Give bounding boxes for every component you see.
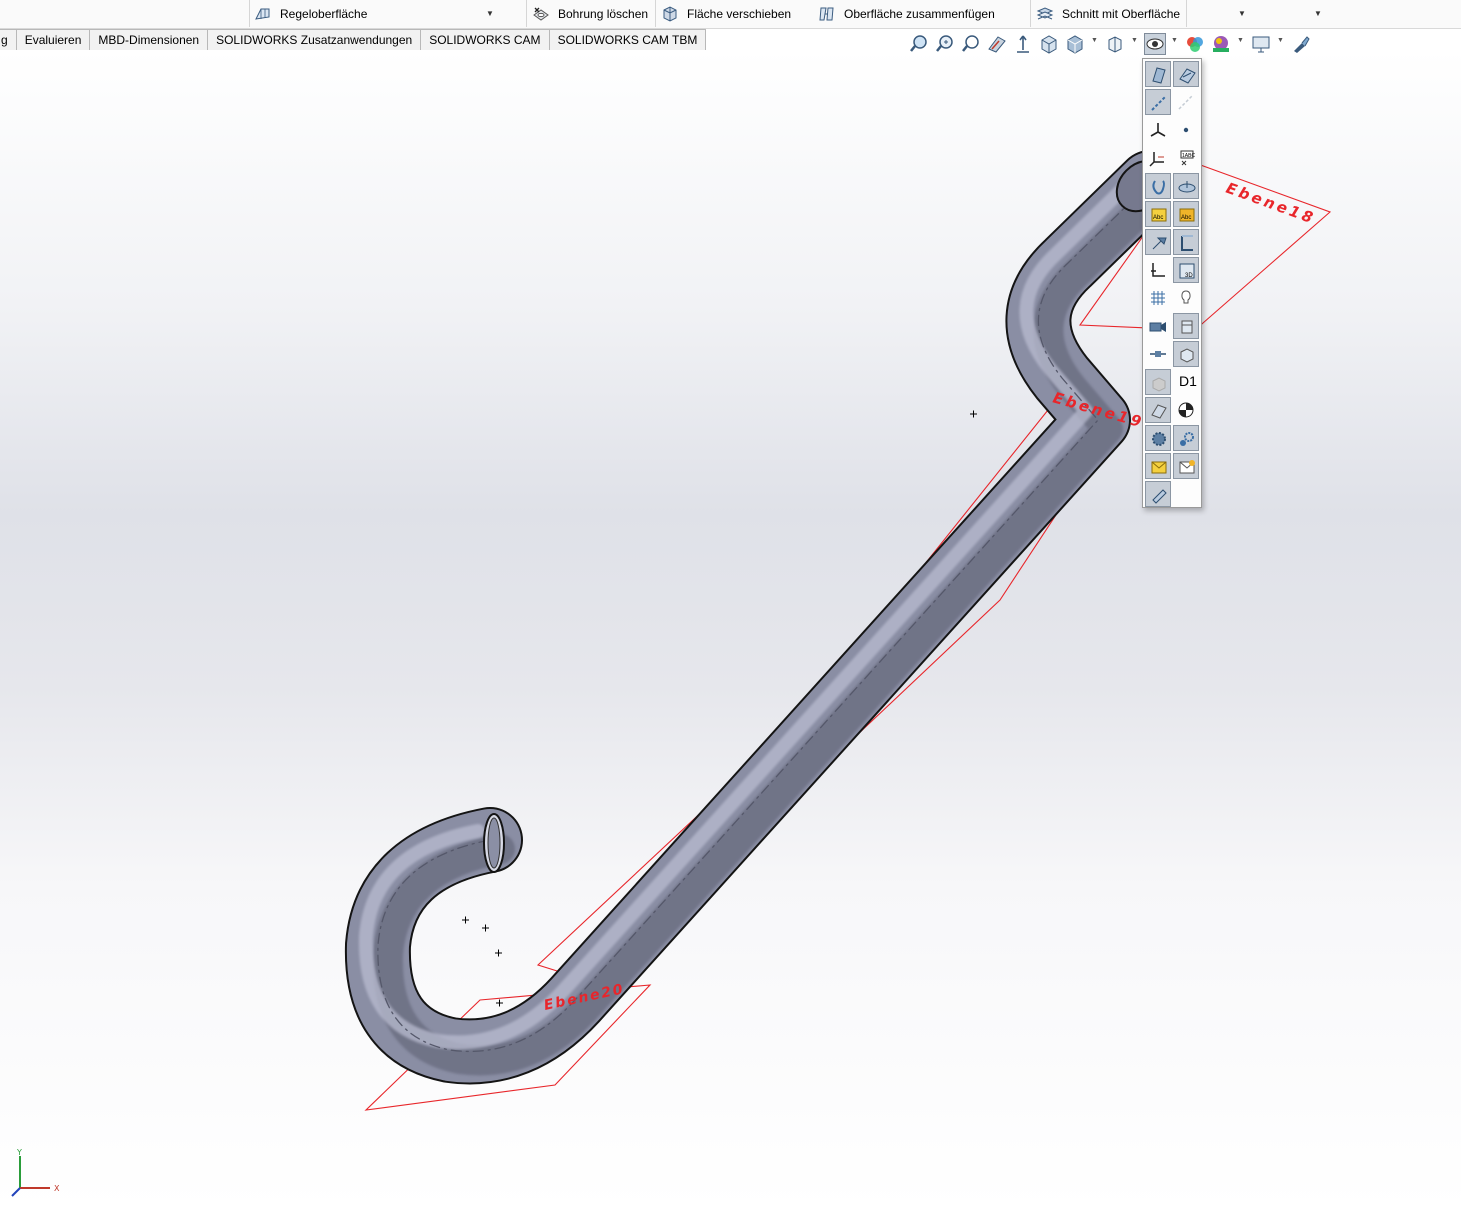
pipe-highlight [358,167,1145,1050]
view-sketch-dimensions-button[interactable]: Abc [1145,201,1171,227]
pipe-surface [346,152,1181,1083]
pipe-end-opening [483,813,505,873]
view-weld-beads-button[interactable] [1145,257,1171,283]
hide-show-items-icon[interactable] [1104,33,1126,55]
display-style-icon[interactable] [1064,33,1086,55]
sketch-point [482,924,489,932]
svg-text:3D: 3D [1185,273,1193,279]
move-face-button[interactable]: Fläche verschieben [661,0,791,27]
toolbar-separator [655,0,656,27]
cut-with-surface-icon [1036,5,1054,23]
move-face-label: Fläche verschieben [687,6,792,21]
plane-label-ebene18: Ebene18 [1224,179,1318,228]
view-grid-button[interactable] [1145,285,1171,311]
toolbar-dropdown-arrow[interactable]: ▼ [1314,0,1322,27]
view-routing-points-button[interactable] [1173,229,1199,255]
svg-text:Abc: Abc [1153,215,1163,221]
svg-text:Abc: Abc [1181,215,1191,221]
svg-text:1ABC: 1ABC [1182,153,1195,159]
view-orientation-icon[interactable] [1038,33,1060,55]
realview-icon[interactable] [1290,33,1312,55]
hide-show-items-flyout: 1ABC Abc Abc 3D D1 [1142,58,1202,508]
view-mates-button[interactable] [1173,341,1199,367]
ruled-surface-label: Regeloberfläche [280,6,368,21]
view-parting-lines-button[interactable] [1173,173,1199,199]
view-axes-button[interactable] [1145,89,1171,115]
move-face-icon [661,5,679,23]
reference-triad: Y X [11,1148,60,1197]
view-bodies-button[interactable] [1145,369,1171,395]
hide-show-dropdown-arrow[interactable]: ▼ [1131,37,1138,44]
ruled-surface-button[interactable]: Regeloberfläche [254,0,504,27]
toolbar-separator [1186,0,1187,27]
view-settings-dropdown-arrow[interactable]: ▼ [1277,37,1284,44]
view-center-of-mass-button[interactable] [1145,341,1171,367]
triad-z-axis [11,1187,21,1197]
view-curves-button[interactable] [1145,173,1171,199]
knit-surface-label: Oberfläche zusammenfügen [844,6,995,21]
knit-surface-button[interactable]: Oberfläche zusammenfügen [818,0,995,27]
apply-scene-icon[interactable] [1210,33,1232,55]
view-origin-marker-button[interactable] [1173,397,1199,423]
view-annotation-button[interactable]: 1ABC [1173,145,1199,171]
view-temporary-axes-button[interactable] [1173,89,1199,115]
view-envelopes-button[interactable] [1145,453,1171,479]
graphics-area[interactable]: Ebene18 Ebene19 Ebene20 [0,50,1461,1210]
pipe-shading [372,177,1175,1076]
dynamic-annotation-icon[interactable] [1012,33,1034,55]
cut-with-surface-label: Schnitt mit Oberfläche [1062,6,1181,21]
view-reference-gears-button[interactable] [1173,425,1199,451]
ruled-surface-dropdown-arrow[interactable]: ▼ [486,0,494,27]
delete-hole-label: Bohrung löschen [558,6,649,21]
sketch-point [970,410,977,418]
zoom-to-fit-icon[interactable] [908,33,930,55]
view-3d-sketch-planes-button[interactable]: 3D [1173,257,1199,283]
heads-up-view-toolbar: ▼ ▼ ▼ ▼ ▼ [0,33,1461,55]
sketch-points [462,410,977,1007]
toolbar-separator [526,0,527,27]
delete-hole-icon [532,5,550,23]
previous-view-icon[interactable] [960,33,982,55]
view-sketch-planes-button[interactable] [1145,397,1171,423]
ruled-surface-icon [254,5,272,23]
view-cameras-button[interactable] [1145,313,1171,339]
delete-hole-button[interactable]: Bohrung löschen [532,0,648,27]
view-dimension-names-button[interactable]: D1 [1173,369,1199,395]
view-points-button[interactable] [1173,117,1199,143]
toolbar-dropdown-arrow[interactable]: ▼ [1238,0,1246,27]
toolbar-separator [1030,0,1031,27]
view-planes-button[interactable] [1145,61,1171,87]
display-style-dropdown-arrow[interactable]: ▼ [1091,37,1098,44]
visibility-eye-icon[interactable] [1144,33,1166,55]
knit-surface-icon [818,5,836,23]
sketch-point [462,916,469,924]
toolbar-separator [249,0,250,27]
apply-scene-dropdown-arrow[interactable]: ▼ [1237,37,1244,44]
view-lights-button[interactable] [1173,285,1199,311]
view-dimension-names-icon: D1 [1179,373,1197,389]
sketch-point [495,949,502,957]
view-coordinate-systems-button[interactable] [1145,145,1171,171]
sketch-point [496,999,503,1007]
view-origins-button[interactable] [1145,117,1171,143]
view-live-sections-button[interactable] [1145,425,1171,451]
view-decals-button[interactable] [1173,313,1199,339]
view-dimxpert-button[interactable] [1173,453,1199,479]
model-scene[interactable]: Ebene18 Ebene19 Ebene20 [0,50,1461,1210]
triad-y-label: Y [16,1148,22,1157]
view-settings-icon[interactable] [1250,33,1272,55]
zoom-to-area-icon[interactable] [934,33,956,55]
view-all-annotations-button[interactable]: Abc [1173,201,1199,227]
edit-appearance-icon[interactable] [1184,33,1206,55]
view-sketches-planes-button[interactable] [1173,61,1199,87]
cut-with-surface-button[interactable]: Schnitt mit Oberfläche [1036,0,1180,27]
view-sketch-relations-button[interactable] [1145,229,1171,255]
triad-x-label: X [54,1184,60,1193]
command-manager-toolbar: Regeloberfläche ▼ Bohrung löschen Fläche… [0,0,1461,29]
section-view-icon[interactable] [986,33,1008,55]
view-weld-symbols-button[interactable] [1145,481,1171,507]
visibility-dropdown-arrow[interactable]: ▼ [1171,37,1178,44]
